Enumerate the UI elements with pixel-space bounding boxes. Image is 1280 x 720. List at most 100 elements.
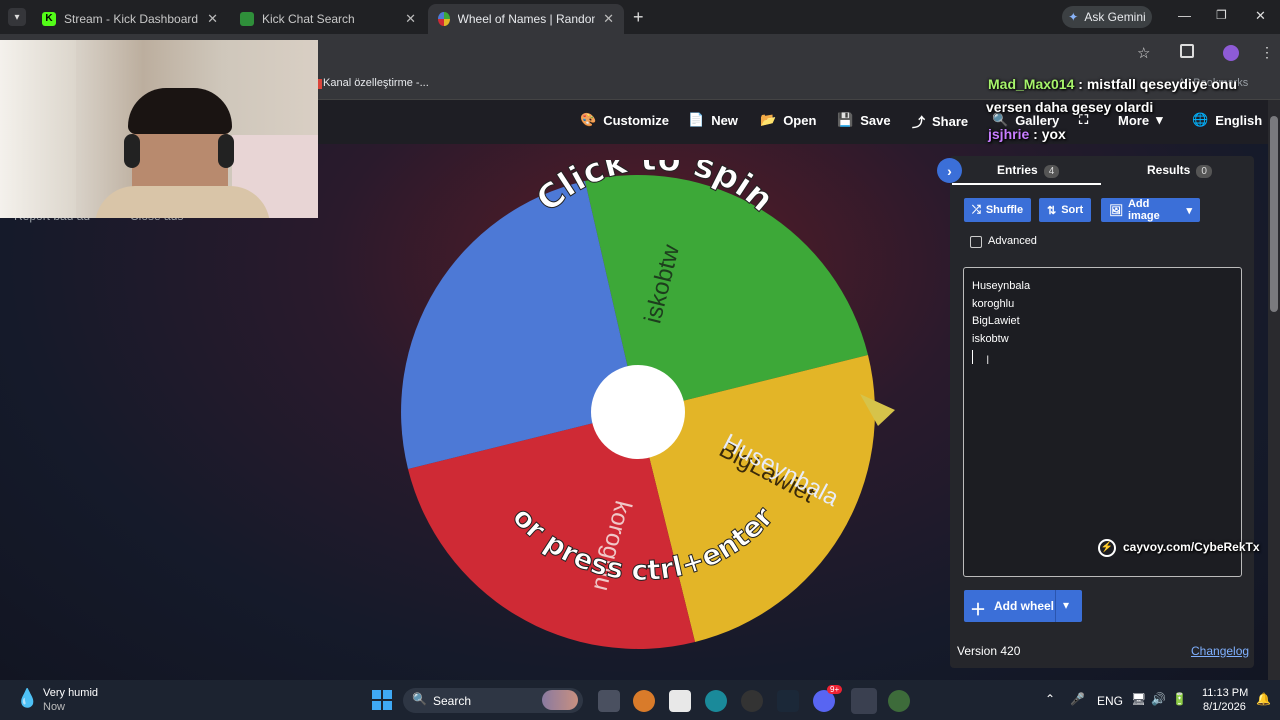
shuffle-label: Shuffle xyxy=(985,204,1024,216)
extensions-icon[interactable] xyxy=(1180,44,1194,58)
capcut-icon[interactable] xyxy=(669,690,691,712)
shuffle-button[interactable]: ⤮ Shuffle xyxy=(964,198,1032,222)
weather-sub: Now xyxy=(43,701,66,713)
add-image-label: Add image xyxy=(1127,198,1160,222)
volume-icon[interactable]: 🔊 xyxy=(1151,692,1166,706)
collapse-panel-chevron-icon[interactable]: › xyxy=(937,158,962,183)
tab-results[interactable]: Results 0 xyxy=(1147,163,1212,178)
results-tab-label: Results xyxy=(1147,163,1191,177)
tab-search-icon[interactable]: ▾ xyxy=(8,8,26,26)
close-tab-icon[interactable]: ✕ xyxy=(603,11,614,27)
sort-icon: ⇅ xyxy=(1047,204,1057,217)
split-divider xyxy=(1055,590,1056,622)
save-icon: 💾 xyxy=(837,112,854,127)
text-caret xyxy=(972,350,973,364)
close-tab-icon[interactable]: ✕ xyxy=(207,11,218,27)
chat-text: versen daha gesey olardi xyxy=(986,99,1154,115)
bookmark-star-icon[interactable]: ☆ xyxy=(1137,44,1150,62)
customize-label: Customize xyxy=(603,112,669,128)
advanced-label: Advanced xyxy=(988,235,1037,247)
microphone-icon[interactable]: 🎤 xyxy=(1070,692,1085,706)
battery-icon[interactable]: 🔋 xyxy=(1172,692,1187,706)
tab-wheel-of-names[interactable]: Wheel of Names | Random nan ✕ xyxy=(428,4,624,34)
share-label: Share xyxy=(932,114,969,129)
save-button[interactable]: 💾 Save xyxy=(837,112,891,128)
customize-button[interactable]: 🎨 Customize xyxy=(580,112,669,128)
tab-entries[interactable]: Entries 4 xyxy=(997,163,1060,178)
water-drop-icon: 💧 xyxy=(16,688,39,708)
advanced-checkbox[interactable] xyxy=(970,236,982,248)
scrollbar-thumb[interactable] xyxy=(1270,116,1278,312)
profile-avatar[interactable] xyxy=(1223,45,1239,61)
maximize-icon[interactable]: ❐ xyxy=(1216,8,1227,22)
sort-label: Sort xyxy=(1061,204,1084,216)
close-window-icon[interactable]: ✕ xyxy=(1255,8,1266,24)
share-icon: ⤴ xyxy=(912,115,926,130)
chat-text: : yox xyxy=(1029,126,1066,142)
clock-date: 8/1/2026 xyxy=(1203,701,1246,713)
new-tab-icon[interactable]: + xyxy=(633,7,644,28)
bookmark-item[interactable]: Kanal özelleştirme -... xyxy=(323,77,429,89)
search-icon: 🔍 xyxy=(412,692,427,706)
entry-line: Huseynbala xyxy=(972,280,1031,292)
kick-icon: K xyxy=(42,12,56,26)
entry-line: koroghlu xyxy=(972,297,1015,310)
entries-count-badge: 4 xyxy=(1043,165,1060,178)
folder-icon: 📂 xyxy=(760,112,777,127)
new-button[interactable]: 📄 New xyxy=(688,112,738,128)
network-icon[interactable]: 🖥 xyxy=(1131,692,1146,706)
sort-button[interactable]: ⇅ Sort xyxy=(1039,198,1092,222)
language-button[interactable]: 🌐 English xyxy=(1192,112,1262,128)
ask-gemini-button[interactable]: ✦ Ask Gemini xyxy=(1062,6,1152,28)
chat-message: Mad_Max014 : mistfall qeseydiye onu xyxy=(988,76,1237,92)
edge-icon[interactable] xyxy=(705,690,727,712)
share-button[interactable]: ⤴ Share xyxy=(912,112,968,131)
browser-menu-icon[interactable]: ⋮ xyxy=(1260,44,1274,61)
wheel-center[interactable] xyxy=(591,365,685,459)
watermark-text: cayvoy.com/CybeRekTx xyxy=(1123,540,1260,554)
add-image-button[interactable]: 🖼 Add image ▾ xyxy=(1101,198,1200,222)
close-tab-icon[interactable]: ✕ xyxy=(405,11,416,27)
entry-line: iskobtw xyxy=(972,332,1009,345)
globe-icon: 🌐 xyxy=(1192,112,1209,127)
tab-title: Wheel of Names | Random nan xyxy=(457,12,596,26)
wheel[interactable]: iskobtw BigLawiet koroghlu Huseynbala Cl… xyxy=(380,160,900,660)
text-cursor-icon: I xyxy=(986,353,990,367)
discord-badge: 9+ xyxy=(827,685,843,694)
chat-message: versen daha gesey olardi xyxy=(986,99,1153,115)
weather-title[interactable]: Very humid xyxy=(43,687,98,699)
new-label: New xyxy=(711,112,738,128)
app-icon[interactable] xyxy=(633,690,655,712)
webcam-overlay xyxy=(0,40,318,218)
version-label: Version 420 xyxy=(957,644,1021,658)
save-label: Save xyxy=(860,112,891,128)
tab-kick-chat-search[interactable]: Kick Chat Search ✕ xyxy=(230,4,426,34)
chat-username: jsjhrie xyxy=(988,126,1030,142)
person-hair xyxy=(128,88,232,134)
search-highlight-icon xyxy=(542,690,578,710)
ask-gemini-label: Ask Gemini xyxy=(1084,10,1146,24)
chrome-icon[interactable] xyxy=(851,688,877,714)
input-language[interactable]: ENG xyxy=(1097,694,1123,708)
task-view-icon[interactable] xyxy=(598,690,620,712)
add-wheel-chevron-down-icon[interactable]: ▾ xyxy=(1063,598,1069,612)
steam-icon[interactable] xyxy=(777,690,799,712)
tray-chevron-up-icon[interactable]: ⌃ xyxy=(1045,692,1055,706)
entry-line: BigLawiet xyxy=(972,315,1020,327)
new-file-icon: 📄 xyxy=(688,112,705,127)
changelog-link[interactable]: Changelog xyxy=(1191,644,1249,658)
clock-time[interactable]: 11:13 PM xyxy=(1202,687,1248,699)
windows-start-icon[interactable] xyxy=(372,690,392,710)
minimize-icon[interactable]: — xyxy=(1178,8,1191,23)
person-shirt xyxy=(95,186,270,218)
active-tab-indicator xyxy=(952,183,1101,185)
tab-title: Kick Chat Search xyxy=(262,12,355,26)
open-button[interactable]: 📂 Open xyxy=(760,112,816,128)
tab-kick-dashboard[interactable]: K Stream - Kick Dashboard ✕ xyxy=(32,4,228,34)
app-icon[interactable] xyxy=(888,690,910,712)
add-wheel-label: Add wheel xyxy=(994,599,1055,613)
results-count-badge: 0 xyxy=(1196,165,1212,178)
notifications-icon[interactable]: 🔔 xyxy=(1256,692,1271,706)
chat-text: : mistfall qeseydiye onu xyxy=(1074,76,1237,92)
obs-icon[interactable] xyxy=(741,690,763,712)
